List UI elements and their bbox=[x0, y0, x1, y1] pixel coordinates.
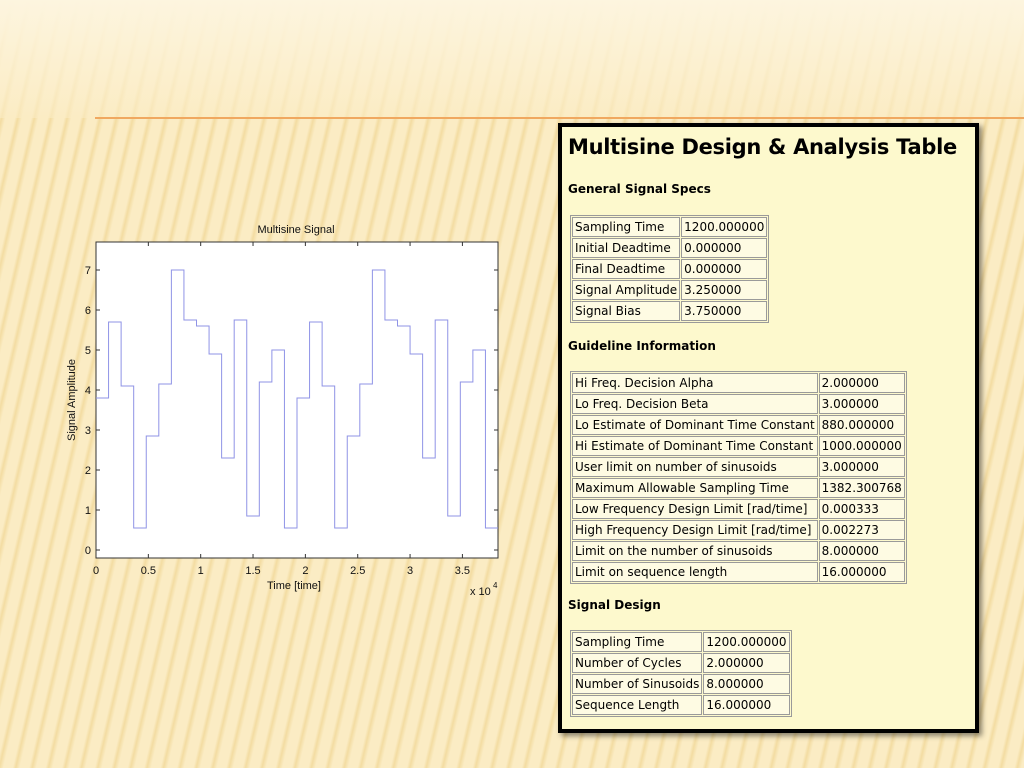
accent-divider bbox=[95, 117, 1024, 119]
x-tick-label: 0.5 bbox=[141, 565, 156, 577]
cell-value: 1382.300768 bbox=[818, 478, 905, 498]
y-tick-label: 3 bbox=[85, 425, 91, 437]
y-tick-label: 7 bbox=[85, 265, 91, 277]
section-title-guideline: Guideline Information bbox=[568, 339, 716, 353]
general-specs-table: Sampling Time 1200.000000 Initial Deadtime… bbox=[570, 215, 770, 323]
table-row: Limit on the number of sinusoids 8.000000 bbox=[572, 541, 905, 561]
table-row: Hi Estimate of Dominant Time Constant 100… bbox=[572, 436, 905, 456]
cell-value: 3.000000 bbox=[818, 457, 905, 477]
panel-title: Multisine Design & Analysis Table bbox=[568, 135, 957, 159]
table-row: Sampling Time 1200.000000 bbox=[572, 632, 790, 652]
table-row: Signal Bias 3.750000 bbox=[572, 301, 768, 321]
cell-value: 2.000000 bbox=[703, 653, 790, 673]
cell-value: 8.000000 bbox=[703, 674, 790, 694]
cell-label: Limit on the number of sinusoids bbox=[572, 541, 818, 561]
y-tick-label: 5 bbox=[85, 345, 91, 357]
cell-label: Sampling Time bbox=[572, 632, 703, 652]
design-analysis-panel: Multisine Design & Analysis Table Genera… bbox=[558, 123, 979, 733]
cell-value: 0.002273 bbox=[818, 520, 905, 540]
table-row: Sequence Length 16.000000 bbox=[572, 695, 790, 715]
multisine-chart: 0 0.5 1 1.5 2 2.5 3 3.5 0 1 2 3 4 5 6 7 Multisine Signa… bbox=[60, 215, 510, 605]
cell-label: Sequence Length bbox=[572, 695, 703, 715]
cell-label: Initial Deadtime bbox=[572, 238, 681, 258]
cell-value: 1000.000000 bbox=[818, 436, 905, 456]
cell-label: Final Deadtime bbox=[572, 259, 681, 279]
x-tick-label: 3 bbox=[407, 565, 413, 577]
cell-value: 0.000000 bbox=[681, 259, 768, 279]
cell-label: Number of Cycles bbox=[572, 653, 703, 673]
table-row: Lo Estimate of Dominant Time Constant 880… bbox=[572, 415, 905, 435]
x-tick-label: 2.5 bbox=[350, 565, 365, 577]
x-tick-label: 1.5 bbox=[245, 565, 260, 577]
cell-value: 0.000333 bbox=[818, 499, 905, 519]
cell-label: Sampling Time bbox=[572, 217, 681, 237]
guideline-table: Hi Freq. Decision Alpha 2.000000 Lo Freq. … bbox=[570, 371, 907, 584]
cell-value: 880.000000 bbox=[818, 415, 905, 435]
cell-label: Hi Estimate of Dominant Time Constant bbox=[572, 436, 818, 456]
table-row: Sampling Time 1200.000000 bbox=[572, 217, 768, 237]
cell-label: User limit on number of sinusoids bbox=[572, 457, 818, 477]
chart-title: Multisine Signal bbox=[257, 224, 334, 236]
cell-label: Signal Amplitude bbox=[572, 280, 681, 300]
table-row: Signal Amplitude 3.250000 bbox=[572, 280, 768, 300]
x-tick-label: 1 bbox=[198, 565, 204, 577]
x-multiplier-label: x 10 bbox=[470, 586, 491, 598]
cell-value: 3.750000 bbox=[681, 301, 768, 321]
chart-canvas: 0 0.5 1 1.5 2 2.5 3 3.5 0 1 2 3 4 5 6 7 Multisine Signa… bbox=[66, 224, 499, 598]
cell-label: Lo Estimate of Dominant Time Constant bbox=[572, 415, 818, 435]
y-tick-label: 1 bbox=[85, 505, 91, 517]
table-row: Number of Cycles 2.000000 bbox=[572, 653, 790, 673]
cell-value: 16.000000 bbox=[818, 562, 905, 582]
y-tick-label: 2 bbox=[85, 465, 91, 477]
cell-label: Hi Freq. Decision Alpha bbox=[572, 373, 818, 393]
y-axis-label: Signal Amplitude bbox=[66, 359, 78, 441]
table-row: High Frequency Design Limit [rad/time] 0.… bbox=[572, 520, 905, 540]
cell-label: Signal Bias bbox=[572, 301, 681, 321]
cell-value: 1200.000000 bbox=[681, 217, 768, 237]
cell-value: 3.000000 bbox=[818, 394, 905, 414]
table-row: Initial Deadtime 0.000000 bbox=[572, 238, 768, 258]
x-axis-label: Time [time] bbox=[267, 580, 321, 592]
table-row: Maximum Allowable Sampling Time 1382.3007… bbox=[572, 478, 905, 498]
y-tick-label: 4 bbox=[85, 385, 91, 397]
table-row: User limit on number of sinusoids 3.00000… bbox=[572, 457, 905, 477]
table-row: Limit on sequence length 16.000000 bbox=[572, 562, 905, 582]
section-title-design: Signal Design bbox=[568, 598, 661, 612]
x-tick-label: 0 bbox=[93, 565, 99, 577]
cell-label: Lo Freq. Decision Beta bbox=[572, 394, 818, 414]
cell-value: 3.250000 bbox=[681, 280, 768, 300]
table-row: Low Frequency Design Limit [rad/time] 0.0… bbox=[572, 499, 905, 519]
cell-value: 16.000000 bbox=[703, 695, 790, 715]
x-multiplier-exponent: 4 bbox=[493, 581, 498, 590]
cell-value: 1200.000000 bbox=[703, 632, 790, 652]
x-tick-label: 3.5 bbox=[455, 565, 470, 577]
cell-value: 0.000000 bbox=[681, 238, 768, 258]
table-row: Final Deadtime 0.000000 bbox=[572, 259, 768, 279]
section-title-general: General Signal Specs bbox=[568, 182, 711, 196]
cell-label: High Frequency Design Limit [rad/time] bbox=[572, 520, 818, 540]
cell-label: Limit on sequence length bbox=[572, 562, 818, 582]
x-tick-label: 2 bbox=[302, 565, 308, 577]
y-tick-label: 0 bbox=[85, 545, 91, 557]
cell-label: Low Frequency Design Limit [rad/time] bbox=[572, 499, 818, 519]
y-tick-label: 6 bbox=[85, 305, 91, 317]
cell-label: Maximum Allowable Sampling Time bbox=[572, 478, 818, 498]
cell-label: Number of Sinusoids bbox=[572, 674, 703, 694]
cell-value: 8.000000 bbox=[818, 541, 905, 561]
slide-header-band bbox=[0, 0, 1024, 118]
cell-value: 2.000000 bbox=[818, 373, 905, 393]
table-row: Lo Freq. Decision Beta 3.000000 bbox=[572, 394, 905, 414]
table-row: Hi Freq. Decision Alpha 2.000000 bbox=[572, 373, 905, 393]
table-row: Number of Sinusoids 8.000000 bbox=[572, 674, 790, 694]
signal-design-table: Sampling Time 1200.000000 Number of Cycles… bbox=[570, 630, 792, 717]
